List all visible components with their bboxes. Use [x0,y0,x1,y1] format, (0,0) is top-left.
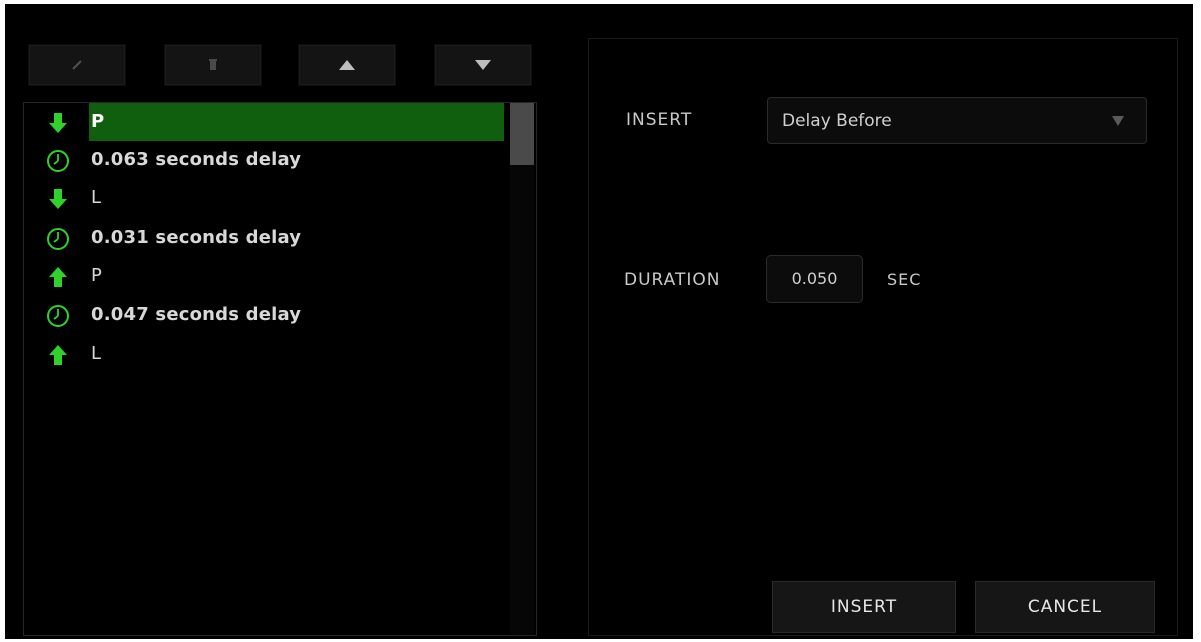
list-item-label: P [91,265,103,286]
insert-label: INSERT [626,110,693,130]
scrollbar-track[interactable] [510,103,534,635]
list-item-label: 0.063 seconds delay [91,149,302,170]
insert-type-dropdown[interactable]: Delay Before [767,97,1147,144]
list-item-label: 0.047 seconds delay [91,304,302,325]
chevron-down-icon [1112,116,1124,126]
duration-unit: SEC [887,270,922,289]
list-item[interactable]: P [24,257,504,295]
delete-button[interactable] [164,44,262,86]
dropdown-selected-value: Delay Before [782,111,892,131]
macro-event-list[interactable]: P 0.063 seconds delay L 0.031 seconds de… [23,102,537,636]
macro-toolbar [28,44,538,92]
move-down-arrow-icon [475,60,491,70]
list-item-label: L [91,187,102,208]
list-item[interactable]: 0.063 seconds delay [24,141,504,179]
clock-icon [47,305,69,327]
list-item[interactable]: L [24,335,504,373]
trash-icon [209,59,217,70]
duration-input[interactable]: 0.050 [766,255,863,303]
scrollbar-thumb[interactable] [510,103,534,165]
duration-label: DURATION [624,270,721,290]
list-item-label: P [89,103,504,141]
clock-icon [47,150,69,172]
list-item[interactable]: P [24,103,504,141]
list-item-label: 0.031 seconds delay [91,227,302,248]
insert-button[interactable]: INSERT [772,581,956,633]
edit-button[interactable] [28,44,126,86]
cancel-button[interactable]: CANCEL [975,581,1155,633]
key-down-arrow-icon [49,113,67,133]
move-up-button[interactable] [298,44,396,86]
pencil-icon [72,60,82,70]
list-item[interactable]: 0.031 seconds delay [24,219,504,257]
move-up-arrow-icon [339,60,355,70]
key-up-arrow-icon [49,345,67,365]
clock-icon [47,228,69,250]
list-item-label: L [91,343,102,364]
move-down-button[interactable] [434,44,532,86]
list-item[interactable]: 0.047 seconds delay [24,296,504,334]
key-up-arrow-icon [49,267,67,287]
list-item[interactable]: L [24,179,504,217]
key-down-arrow-icon [49,189,67,209]
